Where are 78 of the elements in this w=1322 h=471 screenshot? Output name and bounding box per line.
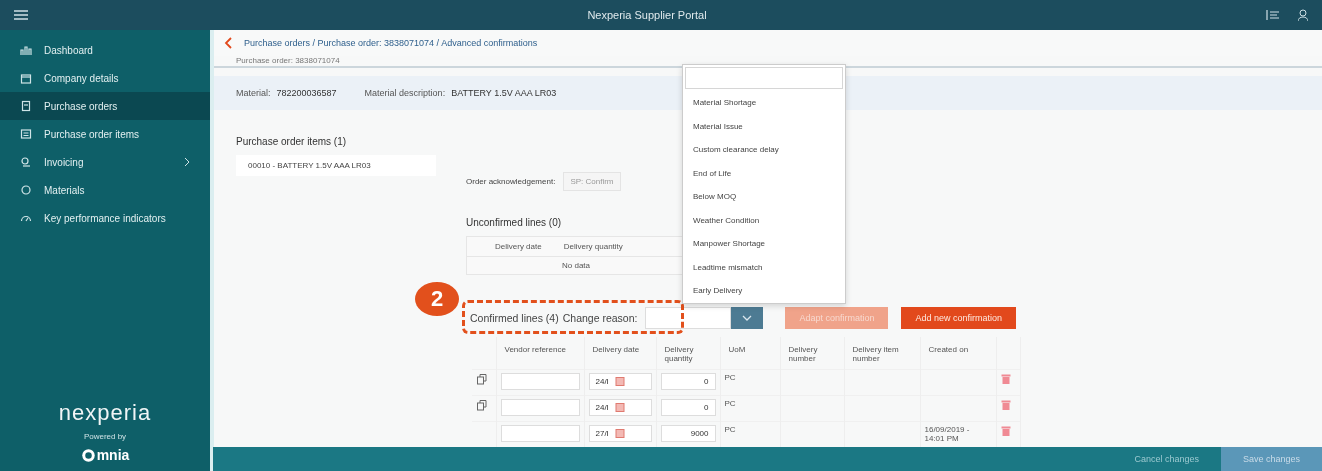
chart-icon [20,44,32,56]
calendar-icon[interactable] [614,428,625,438]
menu-icon[interactable] [14,9,28,21]
step-number-badge: 2 [415,282,459,316]
column-header: Vendor reference [504,344,566,354]
brand-logo: nexperia [58,400,152,426]
breadcrumb[interactable]: Purchase orders / Purchase order: 3838071074 / Advanced confirmations [244,38,538,48]
sidebar-item[interactable]: Dashboard [0,36,210,64]
table-cell: 16/09/2019 - 14:01 PM [924,424,970,443]
collapse-menu-icon[interactable] [1266,9,1280,21]
action-button[interactable]: Add new confirmation [901,306,1017,329]
trash-icon[interactable] [1000,424,1011,436]
quantity-field[interactable]: 9000 [660,424,716,442]
field-label: Material description: [364,88,446,98]
sidebar-item[interactable]: Purchase orders [0,92,210,120]
dropdown-option[interactable]: Below MOQ [683,185,845,209]
powered-by-text: Powered by [83,432,127,441]
partner-logo-text: mnia [96,447,130,463]
trash-icon[interactable] [1000,398,1011,410]
calendar-icon[interactable] [614,402,625,412]
back-icon[interactable] [224,37,232,49]
dropdown-option[interactable]: Material Issue [683,114,845,138]
vendor-reference-field[interactable] [500,424,580,442]
dropdown-option[interactable]: Custom clearance delay [683,138,845,162]
field-label: Change reason: [562,311,638,324]
date-field[interactable]: 24/I [588,398,652,416]
app-title: Nexperia Supplier Portal [586,9,708,21]
vendor-reference-field[interactable] [500,398,580,416]
sidebar-item[interactable]: Purchase order items [0,120,210,148]
calendar-icon[interactable] [614,376,625,386]
field-label: Order acknowledgement: [466,177,556,186]
column-header: Created on [928,344,969,354]
column-header: Delivery date [495,241,542,251]
date-field[interactable]: 27/I [588,424,652,442]
column-header: Delivery quantity [563,241,623,251]
ring-logo-icon [80,447,96,463]
dropdown-option[interactable]: Leadtime mismatch [683,255,845,279]
dropdown-option[interactable]: Early Delivery [683,279,845,303]
list-icon [20,128,32,140]
order-item[interactable]: 00010 - BATTERY 1.5V AAA LR03 [236,155,436,176]
quantity-field[interactable]: 0 [660,398,716,416]
quantity-field[interactable]: 0 [660,372,716,390]
dropdown-option[interactable]: Manpower Shortage [683,232,845,256]
dropdown-option[interactable]: End of Life [683,161,845,185]
table-cell: PC [724,398,736,408]
user-icon[interactable] [1298,9,1308,21]
sidebar-item[interactable]: Key performance indicators [0,204,210,232]
table-cell: PC [724,424,736,434]
field-value: 782200036587 [276,88,337,98]
dropdown-option[interactable]: Weather Condition [683,208,845,232]
date-field[interactable]: 24/I [588,372,652,390]
column-header: Delivery quantity [664,344,694,363]
section-title: Confirmed lines (4) [470,311,559,324]
sidebar-item[interactable]: Company details [0,64,210,92]
building-icon [20,72,32,84]
column-header: Delivery date [592,344,640,354]
copy-icon[interactable] [476,372,488,385]
table-cell: PC [724,372,736,382]
field-value: BATTERY 1.5V AAA LR03 [451,88,557,98]
reason-select-field[interactable] [645,306,732,329]
chevron-right-icon [184,157,190,167]
copy-icon[interactable] [476,398,488,411]
column-header: Delivery number [788,344,818,363]
field-label: Material: [236,88,271,98]
column-header: Delivery item number [852,344,899,363]
sidebar-item[interactable]: Invoicing [0,148,210,176]
document-icon [20,100,32,112]
search-field[interactable] [685,67,843,89]
trash-icon[interactable] [1000,372,1011,384]
dropdown-button[interactable] [731,306,764,329]
vendor-reference-field[interactable] [500,372,580,390]
circle-icon [20,184,32,196]
chevron-down-icon [742,314,753,321]
section-title: Unconfirmed lines (0) [466,216,562,228]
sidebar-item[interactable]: Materials [0,176,210,204]
section-title: Purchase order items (1) [236,136,347,147]
dropdown-option[interactable]: Material Shortage [683,91,845,115]
column-header: UoM [728,344,746,354]
